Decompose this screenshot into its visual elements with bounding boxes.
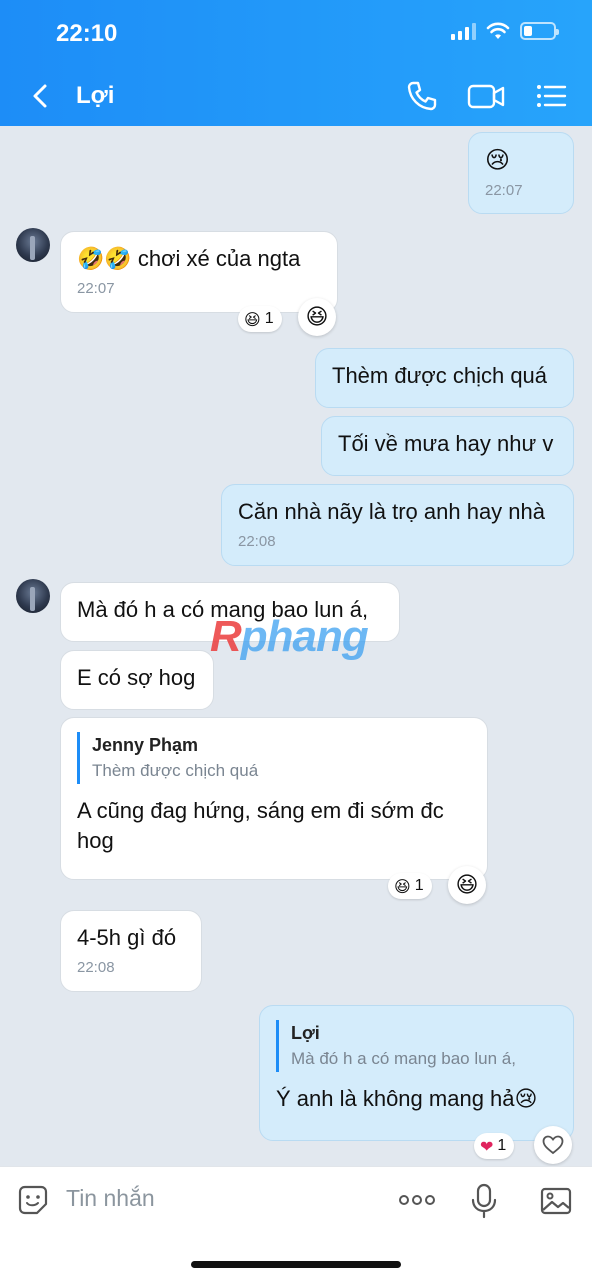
reaction-summary[interactable]: 😆 1 bbox=[388, 873, 432, 899]
quote-author: Lợi bbox=[291, 1023, 320, 1043]
message-sent[interactable]: Tối về mưa hay như v bbox=[321, 416, 574, 476]
battery-icon bbox=[520, 22, 559, 40]
message-input[interactable]: Tin nhắn bbox=[66, 1185, 155, 1212]
reaction-count: 1 bbox=[414, 877, 424, 894]
reaction-count: 1 bbox=[264, 310, 274, 327]
message-time: 22:08 bbox=[77, 959, 115, 976]
quote-author: Jenny Phạm bbox=[92, 735, 199, 755]
reaction-emoji: 😆 bbox=[394, 876, 411, 896]
sticker-icon[interactable] bbox=[16, 1183, 50, 1217]
reaction-emoji: ❤ bbox=[480, 1136, 494, 1156]
message-text: E có sợ hog bbox=[77, 665, 196, 690]
signal-icon bbox=[451, 22, 476, 40]
message-received[interactable]: 🤣🤣 chơi xé của ngta 22:07 bbox=[60, 231, 338, 313]
status-icons bbox=[451, 22, 559, 40]
quote-text: Mà đó h a có mang bao lun á, bbox=[291, 1049, 516, 1068]
reaction-summary[interactable]: ❤ 1 bbox=[474, 1133, 515, 1159]
chat-title[interactable]: Lợi bbox=[76, 82, 114, 110]
quoted-message[interactable]: Lợi Mà đó h a có mang bao lun á, bbox=[276, 1020, 557, 1072]
message-received[interactable]: 4-5h gì đó 22:08 bbox=[60, 910, 202, 992]
message-text: 4-5h gì đó bbox=[77, 925, 177, 950]
message-time: 22:08 bbox=[238, 533, 276, 550]
message-time: 22:07 bbox=[485, 182, 523, 199]
message-sent[interactable]: Thèm được chịch quá bbox=[315, 348, 574, 408]
status-time: 22:10 bbox=[56, 20, 118, 47]
reaction-emoji: 😆 bbox=[455, 872, 479, 898]
list-menu-icon[interactable] bbox=[534, 78, 570, 114]
reaction-emoji: 😆 bbox=[244, 309, 261, 329]
video-camera-icon[interactable] bbox=[466, 78, 506, 114]
emoji: 😢 bbox=[485, 146, 511, 174]
image-icon[interactable] bbox=[538, 1183, 574, 1217]
quote-text: Thèm được chịch quá bbox=[92, 761, 259, 780]
message-text: Ý anh là không mang hả😢 bbox=[276, 1086, 538, 1111]
heart-icon[interactable] bbox=[534, 1126, 572, 1164]
reaction-count: 1 bbox=[497, 1137, 507, 1154]
quoted-message[interactable]: Jenny Phạm Thèm được chịch quá bbox=[77, 732, 471, 784]
message-received[interactable]: E có sợ hog bbox=[60, 650, 214, 710]
message-sent[interactable]: 😢 22:07 bbox=[468, 132, 574, 214]
more-dots-icon[interactable] bbox=[398, 1191, 436, 1209]
reaction-button[interactable]: 😆 bbox=[448, 866, 486, 904]
phone-icon[interactable] bbox=[404, 78, 440, 114]
message-time: 22:07 bbox=[77, 280, 115, 297]
reaction-summary[interactable]: 😆 1 bbox=[238, 306, 282, 332]
avatar[interactable] bbox=[16, 579, 50, 613]
message-received-reply[interactable]: Jenny Phạm Thèm được chịch quá A cũng đa… bbox=[60, 717, 488, 880]
message-text: A cũng đag hứng, sáng em đi sớm đc hog bbox=[77, 798, 444, 853]
microphone-icon[interactable] bbox=[470, 1183, 498, 1219]
message-sent[interactable]: Căn nhà nãy là trọ anh hay nhà 22:08 bbox=[221, 484, 574, 566]
home-indicator[interactable] bbox=[191, 1261, 401, 1268]
message-text: Căn nhà nãy là trọ anh hay nhà bbox=[238, 499, 546, 524]
avatar[interactable] bbox=[16, 228, 50, 262]
chat-header: 22:10 Lợi bbox=[0, 0, 592, 126]
reaction-emoji: 😆 bbox=[305, 304, 329, 330]
chevron-left-icon[interactable] bbox=[26, 80, 56, 112]
message-text: Thèm được chịch quá bbox=[332, 363, 548, 388]
message-text: 🤣🤣 chơi xé của ngta bbox=[77, 246, 301, 271]
message-sent-reply[interactable]: Lợi Mà đó h a có mang bao lun á, Ý anh l… bbox=[259, 1005, 574, 1141]
wifi-icon bbox=[486, 22, 510, 39]
watermark-logo: Rphang bbox=[210, 612, 369, 661]
reaction-button[interactable]: 😆 bbox=[298, 298, 336, 336]
message-text: Tối về mưa hay như v bbox=[338, 431, 554, 456]
